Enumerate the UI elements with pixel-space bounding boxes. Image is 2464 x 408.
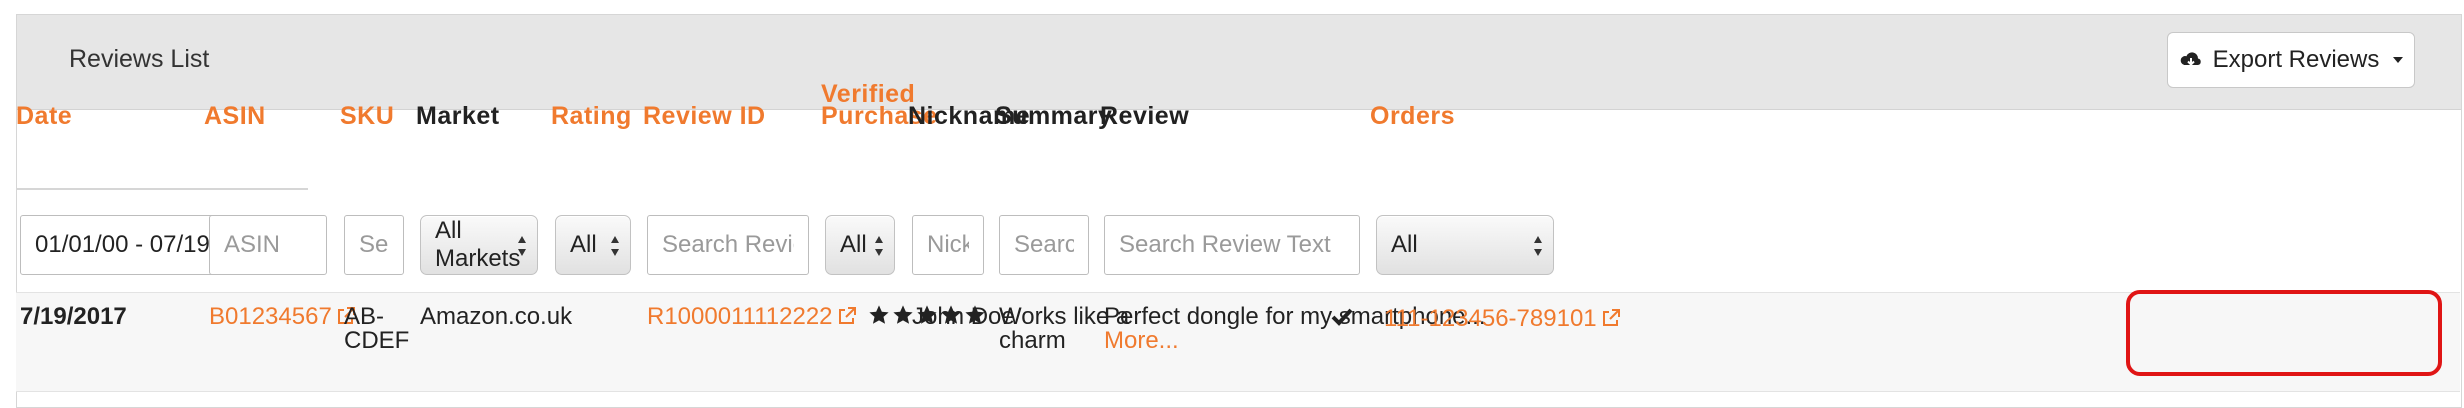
row-summary-line2: charm: [999, 327, 1066, 354]
orders-filter-select[interactable]: All: [1376, 215, 1554, 275]
orders-filter-value: All: [1391, 231, 1418, 258]
header-rating[interactable]: Rating: [551, 102, 632, 131]
export-reviews-label: Export Reviews: [2212, 46, 2380, 73]
header-review-id[interactable]: Review ID: [643, 102, 766, 131]
asin-link-text: B01234567: [209, 303, 332, 330]
summary-filter-input[interactable]: [999, 215, 1089, 275]
review-id-filter-input[interactable]: [647, 215, 809, 275]
header-review: Review: [1100, 102, 1190, 130]
select-arrows-icon: [518, 236, 526, 256]
sku-filter-input[interactable]: [344, 215, 404, 275]
header-date[interactable]: Date: [16, 102, 72, 131]
verified-filter-value: All: [840, 231, 867, 258]
review-id-link-text: R1000011112222: [647, 303, 833, 330]
order-highlight-box: [2126, 290, 2442, 376]
date-header-underline: [16, 188, 308, 190]
header-orders[interactable]: Orders: [1370, 102, 1455, 131]
asin-link[interactable]: B01234567: [209, 300, 356, 334]
header-asin[interactable]: ASIN: [204, 102, 266, 131]
order-link[interactable]: 111-123456-789101: [1384, 302, 1621, 336]
panel-title: Reviews List: [69, 45, 210, 73]
row-date: 7/19/2017: [20, 303, 127, 330]
header-summary: Summary: [995, 102, 1113, 130]
cloud-download-icon: [2180, 52, 2201, 66]
export-reviews-button[interactable]: Export Reviews: [2167, 32, 2415, 88]
row-sku-line2: CDEF: [344, 327, 410, 354]
order-link-text: 111-123456-789101: [1384, 305, 1597, 332]
external-link-icon: [838, 307, 856, 324]
select-arrows-icon: [611, 236, 619, 256]
rating-filter-value: All: [570, 231, 597, 258]
market-filter-select[interactable]: All Markets: [420, 215, 538, 275]
asin-filter-input[interactable]: [209, 215, 327, 275]
select-arrows-icon: [1534, 236, 1542, 256]
star-icon: [869, 305, 889, 324]
rating-filter-select[interactable]: All: [555, 215, 631, 275]
verified-filter-select[interactable]: All: [825, 215, 895, 275]
header-market: Market: [416, 102, 500, 130]
row-market: Amazon.co.uk: [420, 303, 573, 330]
chevron-down-icon: [2393, 57, 2404, 63]
star-icon: [893, 305, 913, 324]
review-text-filter-input[interactable]: [1104, 215, 1360, 275]
header-sku[interactable]: SKU: [340, 102, 394, 131]
review-more-link[interactable]: More...: [1104, 324, 1179, 358]
select-arrows-icon: [875, 236, 883, 256]
external-link-icon: [1602, 309, 1620, 326]
nickname-filter-input[interactable]: [912, 215, 984, 275]
review-id-link[interactable]: R1000011112222: [647, 300, 857, 334]
panel-header: Reviews List Export Reviews: [17, 15, 2461, 110]
